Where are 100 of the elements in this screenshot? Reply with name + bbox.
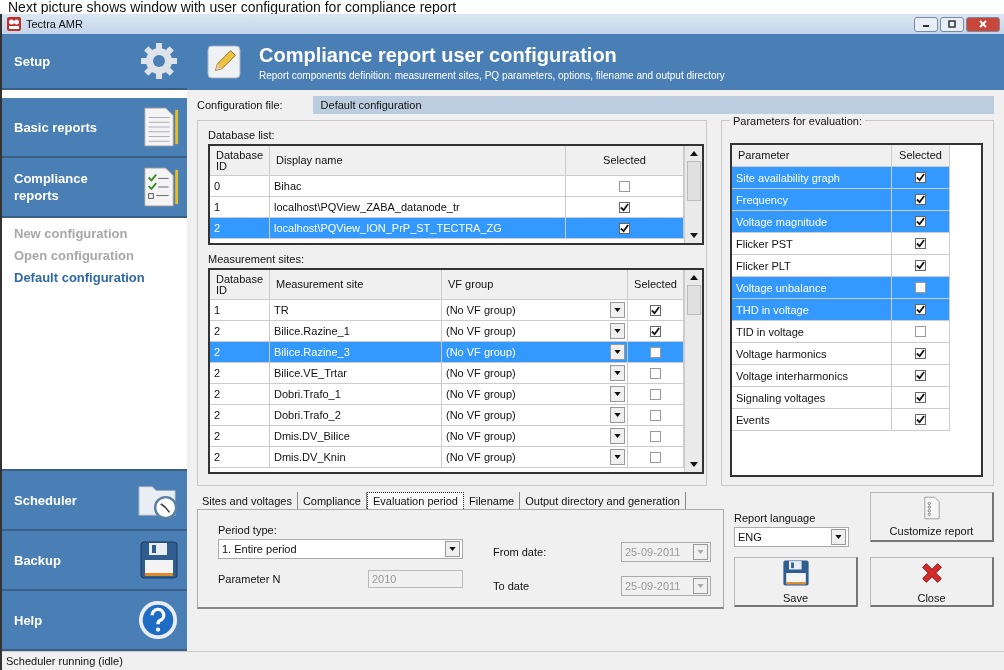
table-cell: 2 — [210, 384, 270, 405]
table-cell: Events — [732, 409, 892, 431]
checkbox[interactable] — [915, 216, 926, 227]
caption-text: Next picture shows window with user configuration for compliance report — [7, 0, 458, 14]
table-cell: Dobri.Trafo_2 — [270, 405, 442, 426]
close-dialog-button[interactable]: Close — [870, 557, 994, 607]
caret-icon — [614, 434, 621, 438]
sidebar-link[interactable]: Default configuration — [14, 270, 145, 285]
checkbox[interactable] — [650, 304, 661, 316]
checklist-icon — [922, 496, 941, 520]
column-header: Database ID — [210, 146, 270, 176]
status-bar: Scheduler running (idle) — [2, 651, 1004, 670]
checkbox[interactable] — [650, 430, 661, 442]
page-subtitle: Report components definition: measurement sites, PQ parameters, options, filename and output directory — [259, 69, 725, 81]
checkbox[interactable] — [915, 326, 926, 337]
checkbox[interactable] — [619, 201, 630, 213]
checkbox[interactable] — [915, 282, 926, 293]
field-label: Report language — [734, 512, 817, 524]
scrollbar[interactable] — [684, 270, 702, 472]
dropdown-button[interactable] — [610, 323, 625, 339]
dropdown-button[interactable] — [610, 365, 625, 381]
checkbox[interactable] — [915, 238, 926, 249]
caret-icon — [697, 550, 704, 554]
tab[interactable]: Evaluation period — [367, 492, 464, 509]
scrollbar[interactable] — [684, 146, 702, 243]
table-cell: 2 — [210, 321, 270, 342]
checkbox[interactable] — [650, 409, 661, 421]
maximize-button[interactable] — [940, 16, 964, 32]
sidebar-section[interactable]: Scheduler — [2, 471, 187, 531]
checkbox[interactable] — [650, 388, 661, 400]
column-header: Database ID — [210, 270, 270, 300]
dropdown-button[interactable] — [610, 407, 625, 423]
caret-icon — [697, 584, 704, 588]
sidebar-section[interactable]: Setup — [2, 34, 187, 90]
customize-report-button[interactable]: Customize report — [870, 492, 994, 542]
table-cell: Site availability graph — [732, 167, 892, 189]
scroll-thumb[interactable] — [686, 285, 701, 315]
table-cell: 2 — [210, 426, 270, 447]
table-cell: Voltage interharmonics — [732, 365, 892, 387]
sidebar-section[interactable]: Compliance reports — [2, 158, 187, 218]
sidebar-section[interactable]: Basic reports — [2, 98, 187, 158]
checkbox[interactable] — [915, 260, 926, 271]
table-cell: Bilice.Razine_1 — [270, 321, 442, 342]
checkbox[interactable] — [915, 348, 926, 359]
checkbox[interactable] — [650, 367, 661, 379]
checkbox[interactable] — [650, 346, 661, 358]
table-cell: Signaling voltages — [732, 387, 892, 409]
close-button[interactable] — [966, 16, 1000, 32]
table-cell: Frequency — [732, 189, 892, 211]
dropdown-button[interactable] — [610, 428, 625, 444]
checkbox[interactable] — [619, 222, 630, 234]
table-cell: Voltage harmonics — [732, 343, 892, 365]
caret-icon — [614, 308, 621, 312]
config-file-field[interactable]: Default configuration — [312, 96, 994, 114]
table-cell: 2 — [210, 342, 270, 363]
table-cell: Dmis.DV_Knin — [270, 447, 442, 468]
scroll-up-icon — [689, 275, 698, 280]
sidebar-section[interactable]: Help — [2, 591, 187, 651]
caret-icon — [614, 455, 621, 459]
language-dropdown[interactable]: ENG — [734, 527, 849, 547]
scroll-thumb[interactable] — [686, 161, 701, 201]
caret-icon — [614, 392, 621, 396]
checkbox[interactable] — [650, 451, 661, 463]
table-cell: 1 — [210, 197, 270, 218]
dropdown-button[interactable] — [610, 344, 625, 360]
window-title: Tectra AMR — [26, 18, 83, 30]
table-cell: Bihac — [270, 176, 566, 197]
column-header: Parameter — [732, 145, 892, 167]
checkbox[interactable] — [915, 172, 926, 183]
checkbox[interactable] — [915, 304, 926, 315]
dropdown-button[interactable] — [610, 449, 625, 465]
dropdown-value: (No VF group) — [446, 346, 516, 358]
checkbox[interactable] — [915, 392, 926, 403]
sidebar-section[interactable]: Backup — [2, 531, 187, 591]
save-button[interactable]: Save — [734, 557, 858, 607]
column-header: Measurement site — [270, 270, 442, 300]
table-cell: 0 — [210, 176, 270, 197]
table-cell: 2 — [210, 447, 270, 468]
checkbox[interactable] — [650, 325, 661, 337]
dropdown-value: (No VF group) — [446, 388, 516, 400]
table-cell: localhost\PQView_ION_PrP_ST_TECTRA_ZG — [270, 218, 566, 239]
table-cell: TR — [270, 300, 442, 321]
caret-icon — [614, 413, 621, 417]
field-label: From date: — [493, 546, 547, 558]
table-cell: Flicker PST — [732, 233, 892, 255]
checkbox[interactable] — [915, 194, 926, 205]
period-type-dropdown[interactable]: 1. Entire period — [218, 539, 463, 559]
checkbox[interactable] — [915, 414, 926, 425]
table-cell: 2 — [210, 405, 270, 426]
table-cell: Flicker PLT — [732, 255, 892, 277]
dropdown-button[interactable] — [610, 302, 625, 318]
field-label: Configuration file: — [197, 99, 283, 111]
checkbox[interactable] — [619, 180, 630, 192]
dropdown-value: (No VF group) — [446, 304, 516, 316]
checkbox[interactable] — [915, 370, 926, 381]
column-header: Selected — [566, 146, 684, 176]
document-icon — [141, 106, 179, 148]
help-icon — [137, 599, 179, 641]
dropdown-button[interactable] — [610, 386, 625, 402]
minimize-button[interactable] — [914, 16, 938, 32]
